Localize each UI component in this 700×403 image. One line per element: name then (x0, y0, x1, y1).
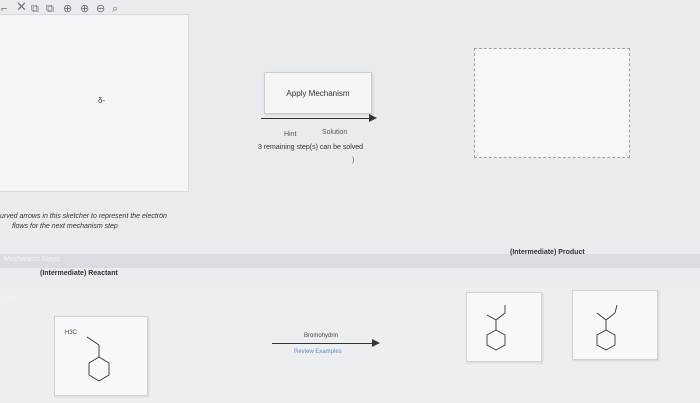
reactant-structure-card[interactable]: H3C (54, 316, 148, 396)
review-examples-link[interactable]: Review Examples (294, 349, 342, 355)
reactant-molecule: H3C (65, 330, 110, 382)
reagent-arrow-line (272, 343, 376, 344)
section-label: action (2, 296, 19, 302)
reagent-arrow-head (372, 339, 380, 347)
partial-charge-label: δ- (98, 96, 106, 105)
apply-mechanism-button[interactable]: Apply Mechanism (264, 72, 372, 114)
product-heading: (Intermediate) Product (510, 249, 585, 256)
product-molecule-1 (486, 305, 506, 351)
instructions-line-1: urved arrows in this sketcher to represe… (0, 213, 167, 220)
close-icon[interactable]: ✕ (16, 0, 27, 13)
product-structure-card-1[interactable] (466, 292, 542, 362)
reactant-heading: (Intermediate) Reactant (40, 270, 118, 277)
reaction-arrow-head (369, 114, 377, 122)
methyl-label: H3C (65, 330, 78, 336)
instructions-text: urved arrows in this sketcher to represe… (0, 212, 230, 232)
caret-mark: ) (352, 157, 355, 164)
sketcher-canvas[interactable] (0, 14, 189, 192)
product-molecule-2 (596, 304, 618, 351)
instructions-line-2: flows for the next mechanism step (12, 223, 118, 230)
remaining-steps-text: 3 remaining step(s) can be solved (258, 144, 364, 151)
reaction-arrow-line (261, 118, 373, 119)
mechanism-steps-label[interactable]: Mechanism Steps (4, 256, 60, 263)
reagent-name: Bromohydrin (304, 333, 339, 339)
product-structure-card-2[interactable] (572, 290, 658, 360)
product-drop-box[interactable] (474, 48, 630, 158)
mechanism-steps-bar (0, 254, 700, 268)
solution-link[interactable]: Solution (322, 129, 347, 136)
hint-link[interactable]: Hint (284, 131, 296, 138)
